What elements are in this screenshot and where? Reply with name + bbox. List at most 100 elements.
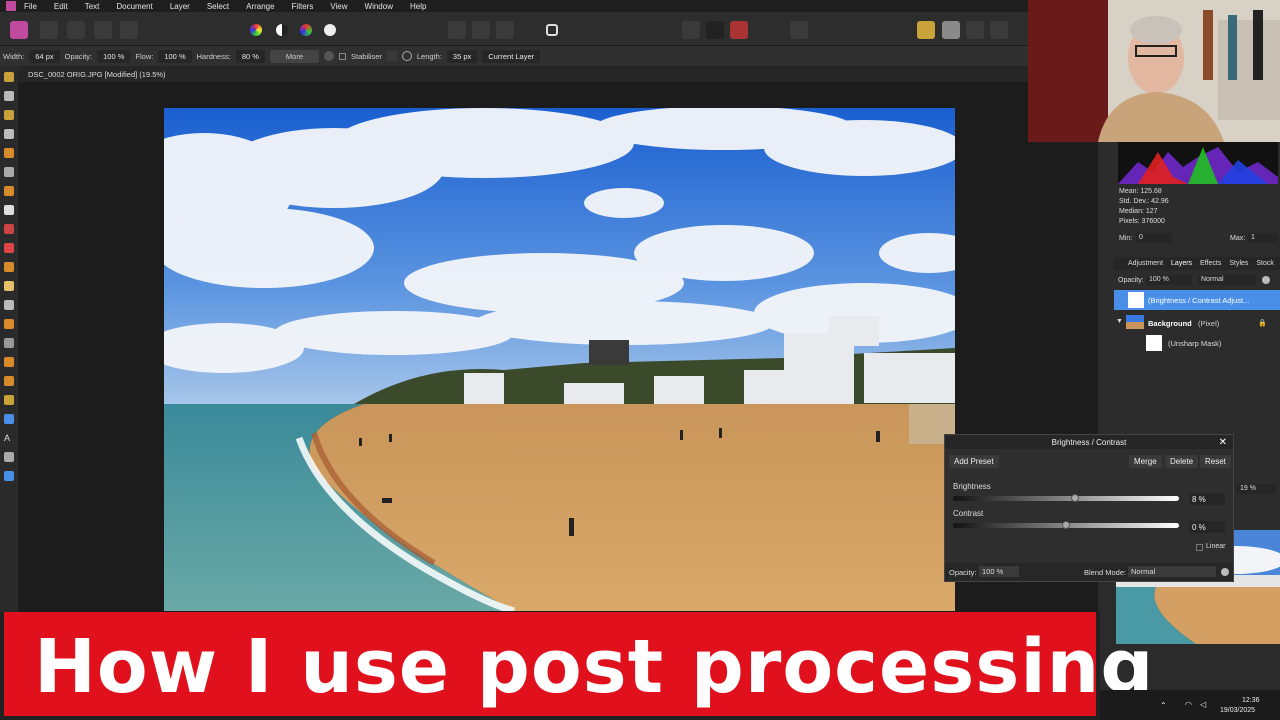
wifi-icon[interactable]: ◠: [1185, 700, 1192, 709]
menu-document[interactable]: Document: [116, 2, 152, 11]
snapping-icon[interactable]: [682, 21, 700, 39]
dialog-opacity-field[interactable]: 100 %: [979, 566, 1019, 577]
close-icon[interactable]: ✕: [1219, 437, 1227, 448]
distribute-icon[interactable]: [990, 21, 1008, 39]
quick-mask-icon[interactable]: [546, 24, 558, 36]
layer-row-background[interactable]: ▼ Background (Pixel) 🔒: [1114, 313, 1280, 333]
layers-opacity-field[interactable]: 100 %: [1146, 275, 1192, 285]
move-tool-icon[interactable]: [4, 91, 14, 101]
tab-styles[interactable]: Styles: [1229, 260, 1248, 270]
brightness-slider[interactable]: [953, 496, 1179, 501]
contrast-slider-knob[interactable]: [1062, 521, 1070, 529]
selection-brush-icon[interactable]: [4, 148, 14, 158]
text-tool-icon[interactable]: A: [4, 433, 14, 443]
zoom-tool-icon[interactable]: [4, 471, 14, 481]
histogram-min-field[interactable]: 0: [1136, 233, 1172, 243]
marquee-tool-icon[interactable]: [4, 186, 14, 196]
color-wheel-icon[interactable]: [250, 24, 262, 36]
rope-mode-icon[interactable]: [386, 51, 397, 61]
healing-tool-icon[interactable]: [4, 357, 14, 367]
menu-window[interactable]: Window: [365, 2, 393, 11]
erase-tool-icon[interactable]: [4, 281, 14, 291]
info-icon[interactable]: [790, 21, 808, 39]
deselect-icon[interactable]: [472, 21, 490, 39]
volume-icon[interactable]: ◁: [1200, 700, 1206, 709]
layers-blend-select[interactable]: Normal: [1198, 275, 1256, 285]
white-balance-icon[interactable]: [324, 24, 336, 36]
menu-file[interactable]: File: [24, 2, 37, 11]
opacity-field[interactable]: 100 %: [97, 49, 131, 63]
mesh-warp-icon[interactable]: [4, 452, 14, 462]
develop-persona-icon[interactable]: [67, 21, 85, 39]
layer-mode-select[interactable]: Current Layer: [482, 49, 541, 63]
invert-selection-icon[interactable]: [496, 21, 514, 39]
dialog-settings-icon[interactable]: [1221, 568, 1229, 576]
delete-button[interactable]: Delete: [1165, 455, 1199, 468]
arrange-back-icon[interactable]: [942, 21, 960, 39]
layer-row-unsharp[interactable]: (Unsharp Mask): [1114, 333, 1280, 353]
clone-tool-icon[interactable]: [4, 319, 14, 329]
layers-settings-icon[interactable]: [1262, 276, 1270, 284]
photo-persona-icon[interactable]: [10, 21, 28, 39]
tone-mapping-persona-icon[interactable]: [94, 21, 112, 39]
menu-text[interactable]: Text: [85, 2, 100, 11]
pixel-tool-icon[interactable]: [4, 262, 14, 272]
menu-help[interactable]: Help: [410, 2, 426, 11]
layer-row-brightness[interactable]: (Brightness / Contrast Adjust...: [1114, 290, 1280, 310]
expand-chevron-icon[interactable]: ▼: [1116, 318, 1123, 325]
linear-checkbox[interactable]: [1196, 544, 1203, 551]
menu-layer[interactable]: Layer: [170, 2, 190, 11]
navigator-zoom-field[interactable]: 19 %: [1236, 484, 1276, 494]
add-preset-button[interactable]: Add Preset: [949, 455, 999, 468]
tab-layers[interactable]: Layers: [1171, 260, 1192, 270]
color-picker-icon[interactable]: [4, 110, 14, 120]
menu-arrange[interactable]: Arrange: [246, 2, 274, 11]
stabiliser-checkbox[interactable]: [339, 52, 347, 60]
brightness-value[interactable]: 8 %: [1189, 493, 1225, 505]
shape-tool-icon[interactable]: [4, 414, 14, 424]
red-eye-tool-icon[interactable]: [4, 376, 14, 386]
freehand-select-icon[interactable]: [4, 167, 14, 177]
assistant-icon[interactable]: [730, 21, 748, 39]
hsl-icon[interactable]: [300, 24, 312, 36]
contrast-value[interactable]: 0 %: [1189, 521, 1225, 533]
gradient-tool-icon[interactable]: [4, 224, 14, 234]
contrast-icon[interactable]: [276, 24, 288, 36]
paint-brush-icon[interactable]: [4, 243, 14, 253]
reset-button[interactable]: Reset: [1200, 455, 1231, 468]
grid-icon[interactable]: [706, 21, 724, 39]
histogram-max-field[interactable]: 1: [1248, 233, 1278, 243]
hardness-field[interactable]: 80 %: [235, 49, 265, 63]
tab-adjustment[interactable]: Adjustment: [1128, 260, 1163, 270]
document-tab[interactable]: DSC_0002 ORIG.JPG [Modified] (19.5%): [18, 66, 1098, 82]
chevron-up-icon[interactable]: ⌃: [1160, 701, 1167, 710]
dialog-blend-select[interactable]: Normal: [1128, 566, 1216, 577]
menu-filters[interactable]: Filters: [292, 2, 314, 11]
tab-effects[interactable]: Effects: [1200, 260, 1221, 270]
liquify-persona-icon[interactable]: [40, 21, 58, 39]
length-field[interactable]: 35 px: [446, 49, 478, 63]
share-icon[interactable]: [120, 21, 138, 39]
menu-view[interactable]: View: [330, 2, 347, 11]
beach-photo[interactable]: [164, 108, 955, 611]
lock-icon[interactable]: 🔒: [1258, 319, 1267, 327]
width-field[interactable]: 64 px: [29, 49, 60, 63]
view-tool-icon[interactable]: [4, 72, 14, 82]
brightness-slider-knob[interactable]: [1071, 494, 1080, 502]
flood-fill-icon[interactable]: [4, 205, 14, 215]
align-icon[interactable]: [966, 21, 984, 39]
pen-tool-icon[interactable]: [4, 395, 14, 405]
menu-select[interactable]: Select: [207, 2, 229, 11]
more-button[interactable]: More: [269, 49, 320, 63]
marquee-select-icon[interactable]: [448, 21, 466, 39]
pressure-icon[interactable]: [324, 51, 335, 61]
menu-edit[interactable]: Edit: [54, 2, 68, 11]
crop-tool-icon[interactable]: [4, 129, 14, 139]
window-mode-icon[interactable]: [401, 51, 412, 61]
arrange-front-icon[interactable]: [917, 21, 935, 39]
flow-field[interactable]: 100 %: [158, 49, 192, 63]
merge-button[interactable]: Merge: [1129, 455, 1162, 468]
affinity-photo-logo-icon[interactable]: [6, 1, 16, 11]
tab-stock[interactable]: Stock: [1256, 260, 1274, 270]
dodge-tool-icon[interactable]: [4, 300, 14, 310]
